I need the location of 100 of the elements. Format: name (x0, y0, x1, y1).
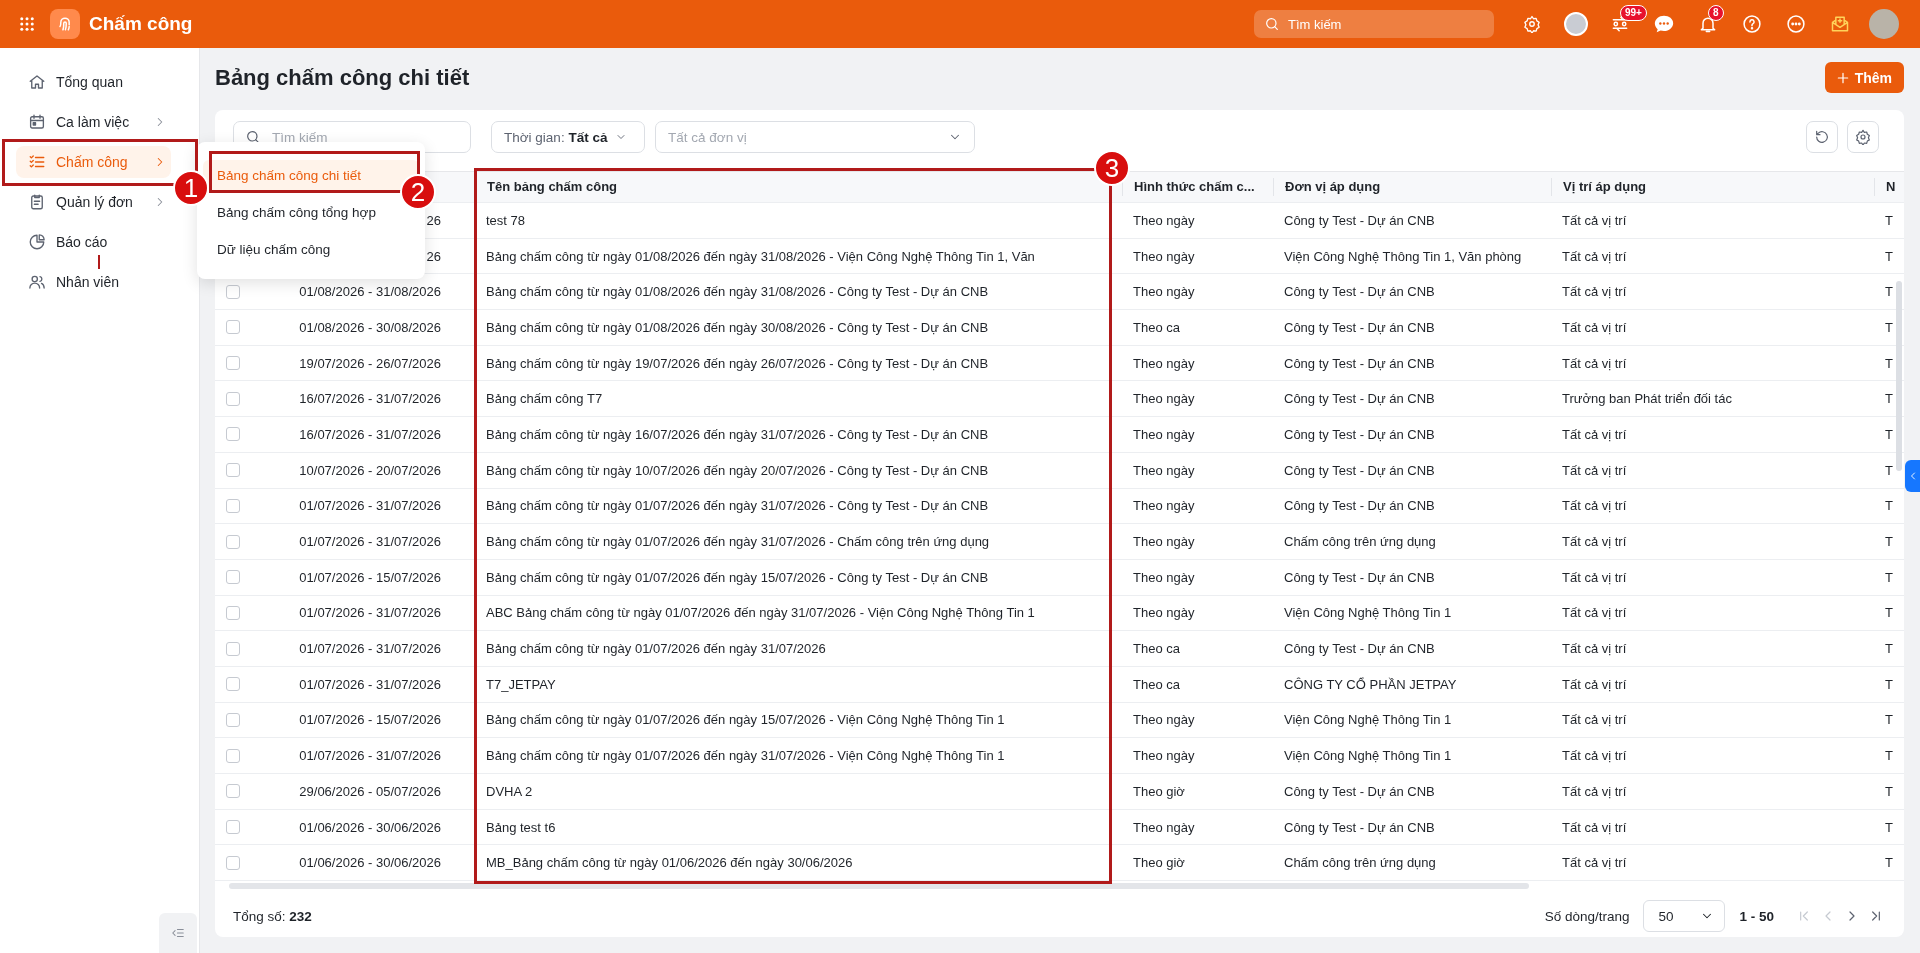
table-cell-text: Công ty Test - Dự án CNB (1283, 391, 1436, 407)
row-checkbox[interactable] (226, 356, 240, 371)
table-cell-text: T (1884, 712, 1894, 728)
table-cell-text: 01/06/2026 - 30/06/2026 (299, 855, 442, 871)
table-cell-text: Tất cả vị trí (1561, 605, 1628, 621)
table-cell-text: T (1884, 284, 1894, 300)
table-cell-text: 01/07/2026 - 15/07/2026 (299, 712, 442, 728)
total-count: Tổng số: 232 (233, 908, 312, 924)
user-avatar[interactable] (1869, 9, 1899, 39)
table-cell-text: 26 (426, 248, 442, 264)
table-cell-text: Theo ngày (1132, 819, 1196, 835)
table-cell-text: Theo ngày (1132, 212, 1196, 228)
row-checkbox[interactable] (226, 570, 240, 585)
column-header: Đơn vị áp dụng (1273, 178, 1551, 196)
row-checkbox[interactable] (226, 712, 240, 727)
avatar[interactable] (1564, 12, 1588, 36)
horizontal-scrollbar[interactable] (229, 883, 1529, 889)
calendar-icon (28, 113, 46, 131)
row-checkbox[interactable] (226, 855, 240, 870)
table-cell-text: T (1884, 212, 1894, 228)
table-cell-text: Theo ngày (1132, 462, 1196, 478)
submenu-item[interactable]: Dữ liệu chấm công (203, 234, 331, 264)
more-icon[interactable] (1786, 14, 1806, 34)
sidebar-item[interactable]: Nhân viên (16, 266, 171, 298)
row-checkbox[interactable] (226, 463, 240, 478)
table-cell-text: Công ty Test - Dự án CNB (1283, 319, 1436, 335)
table-cell-text: Bảng chấm công từ ngày 01/07/2026 đến ngày 31/07/2026 - Công ty Test - Dự án CNB (485, 498, 990, 514)
row-checkbox[interactable] (226, 284, 240, 299)
sidebar-item[interactable]: Quản lý đơn (16, 186, 171, 218)
table-cell-text: T (1884, 569, 1894, 585)
gift-box-icon[interactable] (1830, 14, 1850, 34)
page-size-dropdown[interactable]: 50 (1643, 900, 1726, 932)
row-checkbox[interactable] (226, 320, 240, 335)
sidebar-item[interactable]: Tổng quan (16, 66, 171, 98)
table-cell-text: Công ty Test - Dự án CNB (1283, 569, 1436, 585)
table-cell-text: 01/08/2026 - 31/08/2026 (299, 284, 442, 300)
table-cell-text: T (1884, 855, 1894, 871)
sidebar-item[interactable]: Báo cáo (16, 226, 171, 258)
settings-icon (1855, 129, 1871, 145)
table-cell-text: Bảng chấm công từ ngày 01/08/2026 đến ngày 31/08/2026 - Công ty Test - Dự án CNB (485, 284, 990, 300)
row-checkbox[interactable] (226, 677, 240, 692)
expand-panel-tab[interactable] (1905, 460, 1920, 492)
table-cell-text: T (1884, 355, 1894, 371)
collapse-sidebar-button[interactable] (159, 913, 197, 953)
count-badge: 99+ (1620, 5, 1647, 21)
table-cell-text: T (1884, 534, 1894, 550)
settings-button[interactable] (1847, 121, 1879, 153)
time-filter-dropdown[interactable]: Thời gian: Tất cả (491, 121, 645, 153)
sidebar-item[interactable]: Ca làm việc (16, 106, 171, 138)
table-cell-text: Theo ngày (1132, 498, 1196, 514)
table-cell-text: CÔNG TY CỔ PHẦN JETPAY (1283, 676, 1458, 692)
table-cell-text: Theo ngày (1132, 284, 1196, 300)
table-cell-text: Bảng chấm công từ ngày 01/07/2026 đến ngày 31/07/2026 - Chấm công trên ứng dụng (485, 534, 991, 550)
table-cell-text: 01/07/2026 - 31/07/2026 (299, 748, 442, 764)
vertical-scrollbar[interactable] (1896, 281, 1902, 471)
table-cell-text: 16/07/2026 - 31/07/2026 (299, 426, 442, 442)
table-cell-text: Công ty Test - Dự án CNB (1283, 641, 1436, 657)
notification-badge: 8 (1708, 5, 1724, 21)
row-checkbox[interactable] (226, 534, 240, 549)
search-icon (1264, 16, 1280, 32)
table-cell-text: Tất cả vị trí (1561, 319, 1628, 335)
table-cell-text: Tất cả vị trí (1561, 712, 1628, 728)
table-cell-text: Theo ngày (1132, 355, 1196, 371)
add-button[interactable]: Thêm (1824, 62, 1904, 93)
row-checkbox[interactable] (226, 748, 240, 763)
checklist-icon (28, 153, 46, 171)
row-checkbox[interactable] (226, 820, 240, 835)
app-grid-icon[interactable] (18, 15, 36, 33)
table-cell-text: Công ty Test - Dự án CNB (1283, 819, 1436, 835)
leader-line (98, 255, 100, 269)
table-cell-text: T (1884, 391, 1894, 407)
table-cell-text: Bảng chấm công từ ngày 01/08/2026 đến ngày 30/08/2026 - Công ty Test - Dự án CNB (485, 319, 990, 335)
reload-icon (1814, 129, 1830, 145)
reload-button[interactable] (1806, 121, 1838, 153)
table-cell-text: Tất cả vị trí (1561, 248, 1628, 264)
row-checkbox[interactable] (226, 641, 240, 656)
table-cell-text: Viện Công Nghệ Thông Tin 1 (1283, 605, 1453, 621)
table-cell-text: Bảng chấm công từ ngày 01/07/2026 đến ngày 31/07/2026 (485, 641, 827, 657)
help-icon[interactable] (1742, 14, 1762, 34)
table-cell-text: 19/07/2026 - 26/07/2026 (299, 355, 442, 371)
table-cell-text: Công ty Test - Dự án CNB (1283, 498, 1436, 514)
table-cell-text: Tất cả vị trí (1561, 569, 1628, 585)
table-cell-text: Tất cả vị trí (1561, 212, 1628, 228)
row-checkbox[interactable] (226, 427, 240, 442)
table-cell-text: Tất cả vị trí (1561, 534, 1628, 550)
table-cell-text: Theo ngày (1132, 748, 1196, 764)
row-checkbox[interactable] (226, 391, 240, 406)
row-checkbox[interactable] (226, 498, 240, 513)
settings-icon[interactable] (1523, 15, 1541, 33)
table-cell-text: 01/07/2026 - 31/07/2026 (299, 641, 442, 657)
table-cell-text: Theo giờ (1132, 783, 1186, 799)
collapse-icon (171, 926, 185, 940)
table-cell-text: Tất cả vị trí (1561, 748, 1628, 764)
table-cell-text: Tất cả vị trí (1561, 855, 1628, 871)
home-icon (28, 73, 46, 91)
table-cell-text: 01/06/2026 - 30/06/2026 (299, 819, 442, 835)
table-cell-text: Theo ngày (1132, 391, 1196, 407)
row-checkbox[interactable] (226, 784, 240, 799)
chat-bubble-icon[interactable] (1653, 13, 1675, 35)
row-checkbox[interactable] (226, 605, 240, 620)
